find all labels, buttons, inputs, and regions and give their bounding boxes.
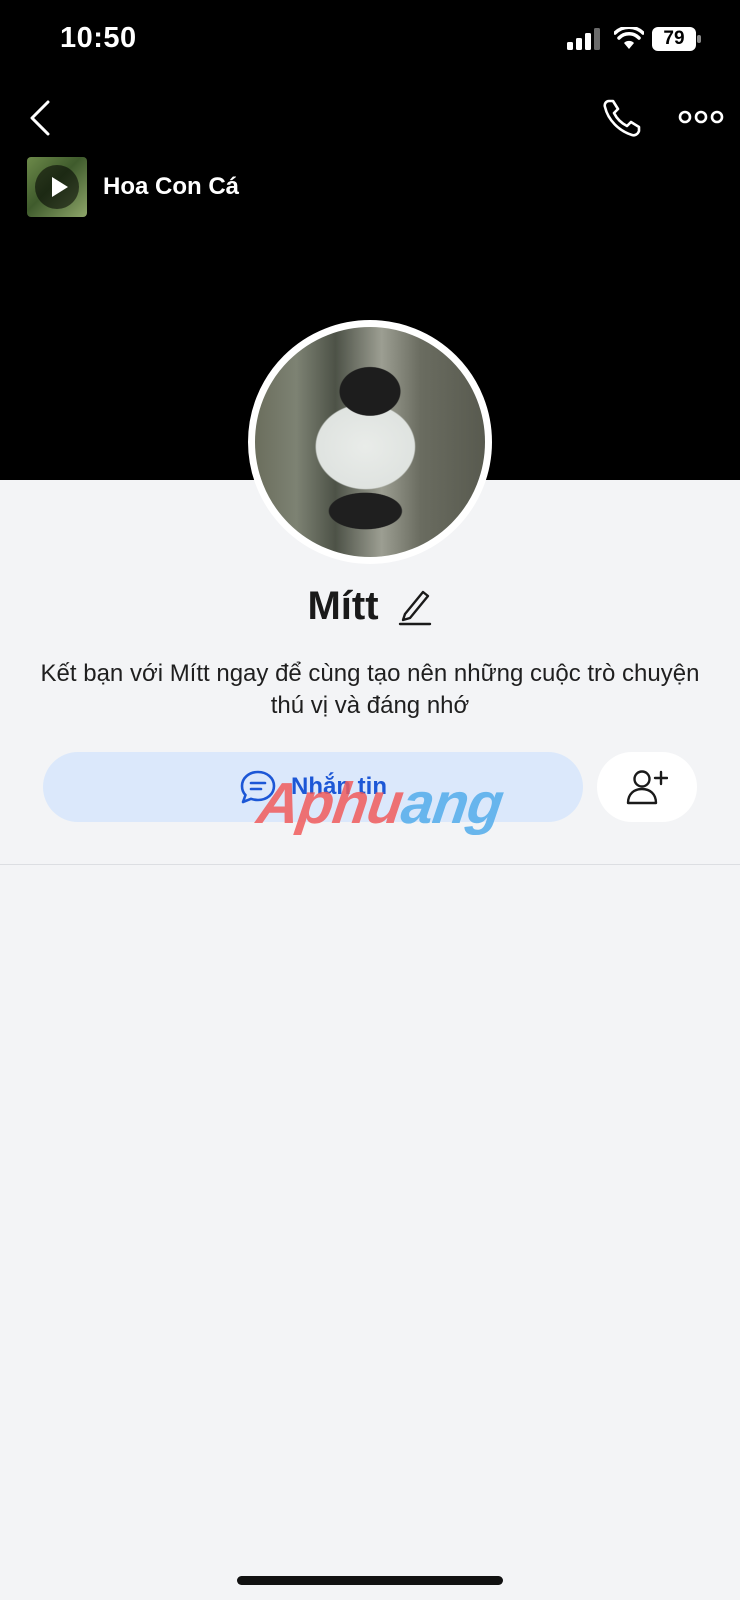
add-user-icon (626, 770, 668, 805)
play-icon (35, 165, 79, 209)
call-button[interactable] (600, 96, 644, 140)
music-thumbnail (27, 157, 87, 217)
status-bar: 10:50 79 (0, 0, 740, 80)
home-indicator (237, 1576, 503, 1585)
name-row: Mítt (0, 578, 740, 634)
avatar-photo-detail (309, 409, 316, 427)
status-time: 10:50 (60, 22, 137, 54)
battery-level: 79 (663, 28, 685, 49)
back-button[interactable] (22, 96, 58, 140)
message-button[interactable]: Nhắn tin (43, 752, 583, 822)
section-divider (0, 864, 740, 865)
avatar[interactable] (248, 320, 492, 564)
music-title: Hoa Con Cá (103, 173, 240, 200)
friend-intro-text: Kết bạn với Mítt ngay để cùng tạo nên nh… (40, 660, 700, 719)
wifi-icon (614, 27, 644, 49)
profile-name: Mítt (307, 583, 379, 628)
profile-screen: 10:50 79 Hoa Con Cá Mítt Kết bạn với Mít… (0, 0, 740, 1600)
add-friend-button[interactable] (597, 752, 697, 822)
profile-music-chip[interactable]: Hoa Con Cá (27, 157, 239, 217)
signal-icon (567, 28, 600, 50)
more-options-button[interactable] (678, 102, 724, 132)
pencil-icon[interactable] (397, 586, 433, 626)
chat-bubble-icon (240, 770, 276, 804)
message-button-label: Nhắn tin (291, 773, 387, 800)
